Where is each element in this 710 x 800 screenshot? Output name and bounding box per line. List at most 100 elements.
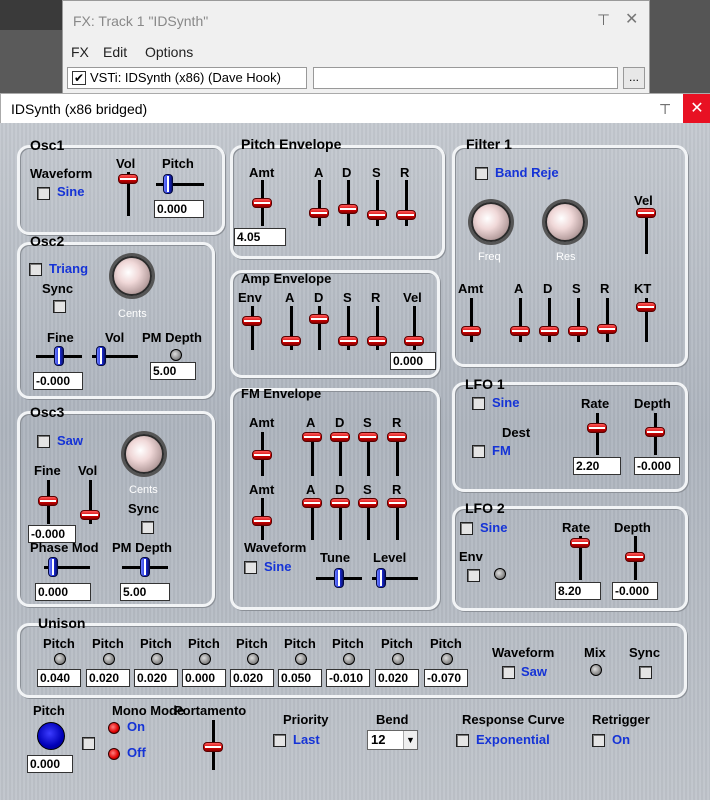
fm-env-s2-slider[interactable] <box>358 498 378 540</box>
plugin-list-item[interactable]: ✔ VSTi: IDSynth (x86) (Dave Hook) <box>67 67 307 89</box>
pitch-env-amt-slider[interactable] <box>252 180 272 226</box>
bend-select[interactable]: 12 ▼ <box>367 730 418 750</box>
portamento-slider[interactable] <box>203 720 223 770</box>
menu-options[interactable]: Options <box>145 44 193 60</box>
plugin-enabled-checkbox[interactable]: ✔ <box>72 71 86 85</box>
fm-env-a2-slider[interactable] <box>302 498 322 540</box>
filter1-d-slider[interactable] <box>539 298 559 342</box>
osc3-phase-mod-value[interactable]: 0.000 <box>35 583 91 601</box>
osc3-waveform-value[interactable]: Saw <box>57 433 83 448</box>
filter1-r-slider[interactable] <box>597 298 617 342</box>
lfo2-rate-value[interactable]: 8.20 <box>555 582 601 600</box>
unison-waveform-checkbox[interactable] <box>502 666 515 679</box>
lfo2-env-checkbox[interactable] <box>467 569 480 582</box>
lfo2-depth-value[interactable]: -0.000 <box>612 582 658 600</box>
pitch-env-r-slider[interactable] <box>396 180 416 226</box>
menu-edit[interactable]: Edit <box>103 44 127 60</box>
osc1-pitch-value[interactable]: 0.000 <box>154 200 204 218</box>
osc2-fine-value[interactable]: -0.000 <box>33 372 83 390</box>
fm-env-tune-slider[interactable] <box>316 568 362 588</box>
menu-fx[interactable]: FX <box>71 44 89 60</box>
unison-mix-knob[interactable] <box>590 664 602 676</box>
unison-pitch-value[interactable]: 0.020 <box>230 669 274 687</box>
filter1-vel-slider[interactable] <box>636 208 656 254</box>
lfo1-dest-checkbox[interactable] <box>472 445 485 458</box>
osc3-pm-depth-value[interactable]: 5.00 <box>120 583 170 601</box>
filter1-amt-slider[interactable] <box>461 298 481 342</box>
osc2-waveform-checkbox[interactable] <box>29 263 42 276</box>
unison-pitch-value[interactable]: 0.020 <box>134 669 178 687</box>
osc2-pm-depth-knob[interactable] <box>170 349 182 361</box>
filter1-type-value[interactable]: Band Reje <box>495 165 559 180</box>
unison-pitch-value[interactable]: 0.050 <box>278 669 322 687</box>
retrigger-value[interactable]: On <box>612 732 630 747</box>
pin-icon[interactable]: ⊤ <box>659 101 671 118</box>
browse-button[interactable]: ... <box>623 67 645 89</box>
amp-env-d-slider[interactable] <box>309 306 329 350</box>
amp-env-s-slider[interactable] <box>338 306 358 350</box>
lfo1-depth-slider[interactable] <box>645 413 665 455</box>
mono-mode-checkbox[interactable] <box>82 737 95 750</box>
pitch-env-amt-value[interactable]: 4.05 <box>234 228 286 246</box>
osc3-sync-checkbox[interactable] <box>141 521 154 534</box>
unison-pitch-value[interactable]: 0.040 <box>37 669 81 687</box>
unison-sync-checkbox[interactable] <box>639 666 652 679</box>
unison-pitch-knob[interactable] <box>247 653 259 665</box>
fm-env-d-slider[interactable] <box>330 432 350 476</box>
osc1-vol-slider[interactable] <box>118 172 138 216</box>
filter1-freq-knob[interactable] <box>471 202 511 242</box>
pin-icon[interactable]: ⊤ <box>597 11 610 29</box>
chevron-down-icon[interactable]: ▼ <box>403 731 417 749</box>
unison-pitch-knob[interactable] <box>199 653 211 665</box>
filter1-res-knob[interactable] <box>545 202 585 242</box>
unison-pitch-knob[interactable] <box>441 653 453 665</box>
fm-env-level-slider[interactable] <box>372 568 418 588</box>
master-pitch-knob[interactable] <box>37 722 65 750</box>
unison-pitch-knob[interactable] <box>295 653 307 665</box>
mono-on-led[interactable] <box>108 722 120 734</box>
lfo1-dest-value[interactable]: FM <box>492 443 511 458</box>
fm-env-s-slider[interactable] <box>358 432 378 476</box>
pitch-env-a-slider[interactable] <box>309 180 329 226</box>
osc3-phase-mod-slider[interactable] <box>44 557 90 577</box>
lfo1-rate-value[interactable]: 2.20 <box>573 457 621 475</box>
mono-on-label[interactable]: On <box>127 719 145 734</box>
lfo2-waveform-checkbox[interactable] <box>460 522 473 535</box>
response-curve-checkbox[interactable] <box>456 734 469 747</box>
filter1-s-slider[interactable] <box>568 298 588 342</box>
fm-env-waveform-value[interactable]: Sine <box>264 559 291 574</box>
lfo1-rate-slider[interactable] <box>587 413 607 455</box>
fm-env-amt2-slider[interactable] <box>252 498 272 540</box>
amp-env-env-slider[interactable] <box>242 306 262 350</box>
pitch-env-d-slider[interactable] <box>338 180 358 226</box>
amp-env-vel-slider[interactable] <box>404 306 424 350</box>
pitch-env-s-slider[interactable] <box>367 180 387 226</box>
osc3-pm-depth-slider[interactable] <box>122 557 168 577</box>
fm-env-a-slider[interactable] <box>302 432 322 476</box>
retrigger-checkbox[interactable] <box>592 734 605 747</box>
priority-checkbox[interactable] <box>273 734 286 747</box>
osc3-fine-slider[interactable] <box>38 480 58 524</box>
fm-env-r-slider[interactable] <box>387 432 407 476</box>
osc3-cents-knob[interactable] <box>124 434 164 474</box>
unison-pitch-knob[interactable] <box>343 653 355 665</box>
osc2-cents-knob[interactable] <box>112 256 152 296</box>
filter1-kt-slider[interactable] <box>636 298 656 342</box>
lfo1-waveform-checkbox[interactable] <box>472 397 485 410</box>
unison-waveform-value[interactable]: Saw <box>521 664 547 679</box>
lfo2-rate-slider[interactable] <box>570 536 590 580</box>
osc2-waveform-value[interactable]: Triang <box>49 261 88 276</box>
osc2-fine-slider[interactable] <box>36 346 82 366</box>
fm-env-waveform-checkbox[interactable] <box>244 561 257 574</box>
unison-pitch-value[interactable]: 0.020 <box>86 669 130 687</box>
osc1-waveform-checkbox[interactable] <box>37 187 50 200</box>
amp-env-r-slider[interactable] <box>367 306 387 350</box>
unison-pitch-value[interactable]: 0.020 <box>375 669 419 687</box>
osc2-pm-depth-value[interactable]: 5.00 <box>150 362 196 380</box>
lfo2-env-knob[interactable] <box>494 568 506 580</box>
amp-env-vel-value[interactable]: 0.000 <box>390 352 436 370</box>
lfo2-waveform-value[interactable]: Sine <box>480 520 507 535</box>
unison-pitch-knob[interactable] <box>54 653 66 665</box>
unison-pitch-value[interactable]: -0.010 <box>326 669 370 687</box>
lfo2-depth-slider[interactable] <box>625 536 645 580</box>
